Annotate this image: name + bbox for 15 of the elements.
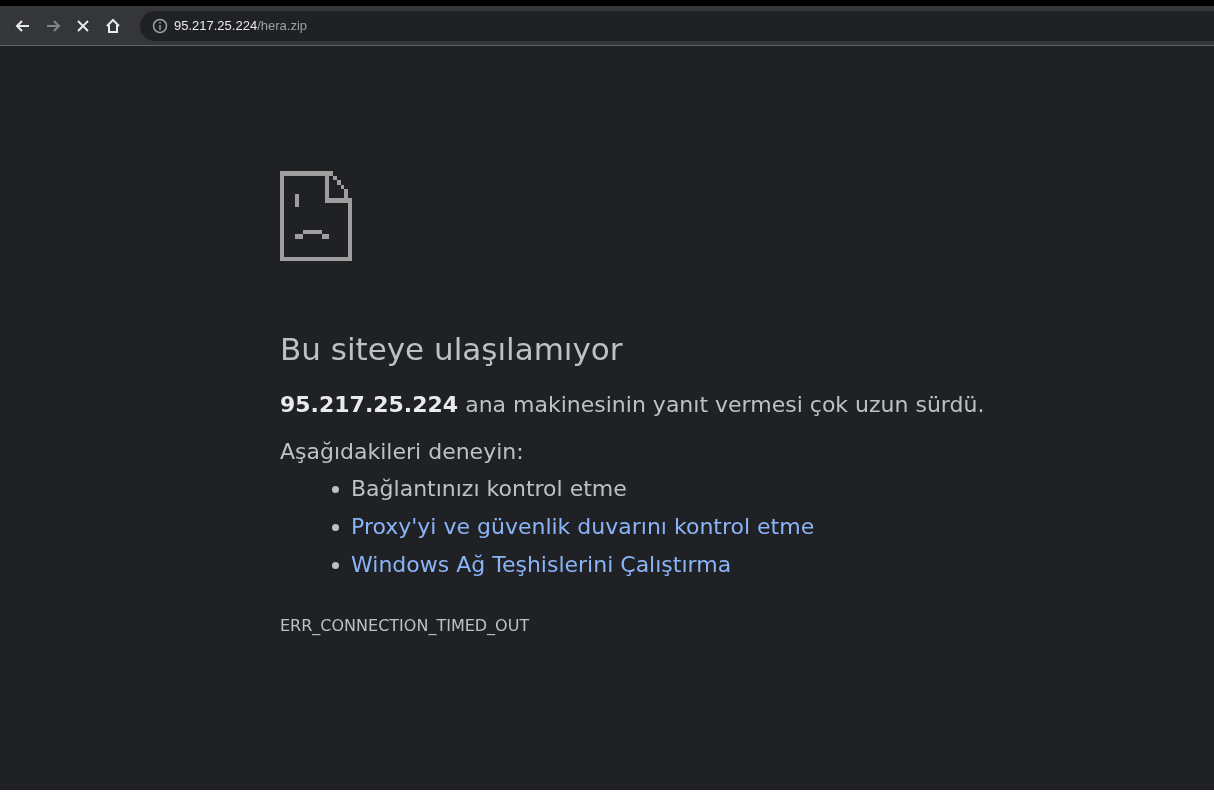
error-heading: Bu siteye ulaşılamıyor: [280, 331, 624, 369]
address-bar[interactable]: 95.217.25.224/hera.zip: [140, 10, 1214, 41]
suggestion-link[interactable]: Proxy'yi ve güvenlik duvarını kontrol etme: [351, 508, 815, 547]
bullet-icon: [332, 523, 339, 531]
suggestions-intro: Aşağıdakileri deneyin:: [280, 438, 525, 467]
error-message: 95.217.25.224 ana makinesinin yanıt vermesi çok uzun sürdü.: [280, 391, 986, 420]
url-text: 95.217.25.224/hera.zip: [174, 16, 307, 35]
sad-page-icon: [280, 171, 352, 261]
bullet-icon: [332, 485, 339, 493]
suggestion-link[interactable]: Windows Ağ Teşhislerini Çalıştırma: [351, 546, 732, 585]
info-icon[interactable]: [152, 17, 168, 34]
bullet-icon: [332, 561, 339, 569]
suggestion-text: Bağlantınızı kontrol etme: [351, 475, 627, 504]
error-code: ERR_CONNECTION_TIMED_OUT: [280, 615, 531, 638]
home-icon: [104, 16, 122, 35]
